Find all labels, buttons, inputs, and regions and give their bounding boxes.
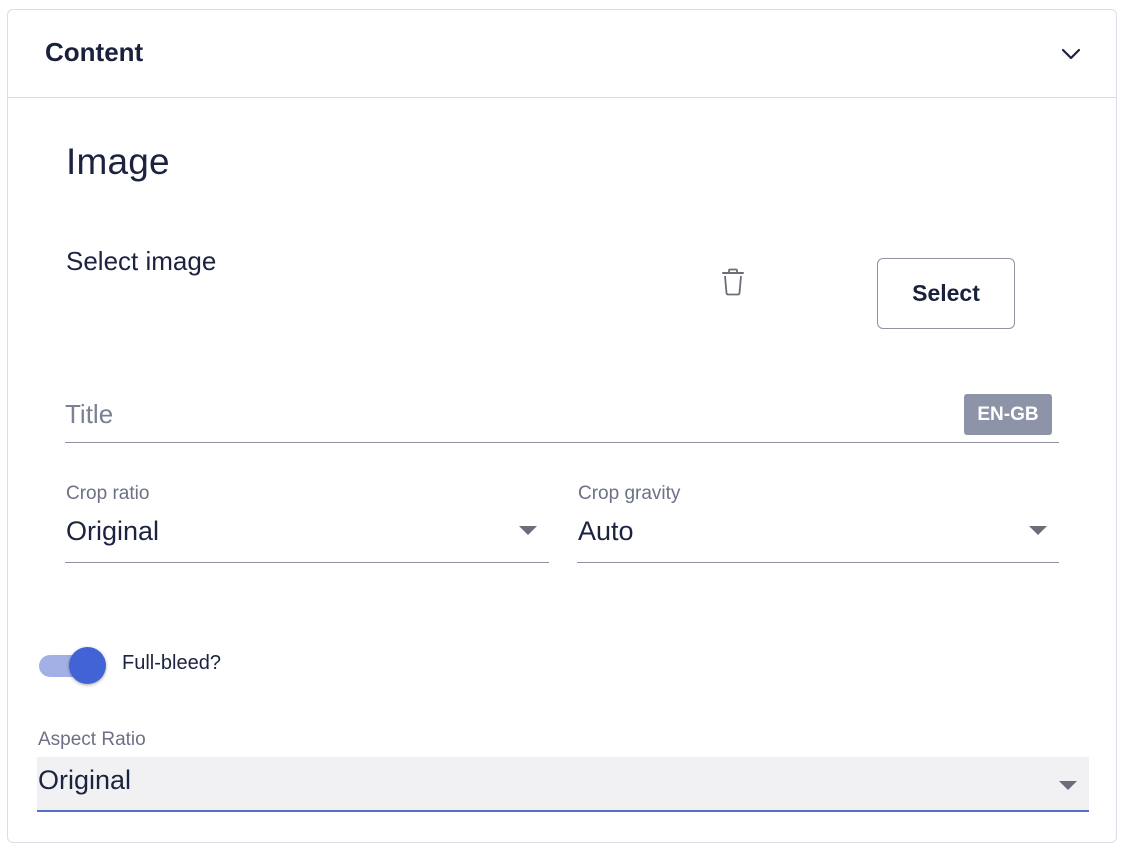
dropdown-caret-icon (1029, 526, 1047, 535)
crop-ratio-value: Original (66, 516, 160, 546)
full-bleed-label: Full-bleed? (122, 652, 221, 674)
panel-header[interactable]: Content (8, 10, 1116, 98)
select-image-button[interactable]: Select (877, 258, 1015, 329)
aspect-ratio-box: Original (37, 757, 1089, 812)
chevron-down-icon[interactable] (1060, 43, 1082, 65)
toggle-knob (69, 647, 106, 684)
dropdown-caret-icon (519, 526, 537, 535)
aspect-ratio-label: Aspect Ratio (38, 729, 146, 750)
dropdown-caret-icon (1059, 781, 1077, 790)
full-bleed-toggle[interactable] (39, 647, 107, 685)
title-field: EN-GB (65, 391, 1059, 443)
crop-ratio-label: Crop ratio (66, 483, 150, 504)
title-input[interactable] (65, 391, 945, 437)
aspect-ratio-select[interactable]: Aspect Ratio Original (37, 725, 1089, 812)
crop-gravity-label: Crop gravity (578, 483, 681, 504)
select-image-label: Select image (66, 246, 217, 276)
locale-badge: EN-GB (964, 394, 1052, 435)
crop-gravity-select[interactable]: Crop gravity Auto (577, 483, 1059, 563)
content-panel: Content Image Select image Select EN-GB … (7, 9, 1117, 843)
trash-icon[interactable] (721, 268, 745, 296)
crop-ratio-select[interactable]: Crop ratio Original (65, 483, 549, 563)
panel-title: Content (45, 37, 144, 67)
section-title: Image (66, 141, 170, 182)
crop-gravity-value: Auto (578, 516, 634, 546)
aspect-ratio-value: Original (38, 765, 132, 795)
